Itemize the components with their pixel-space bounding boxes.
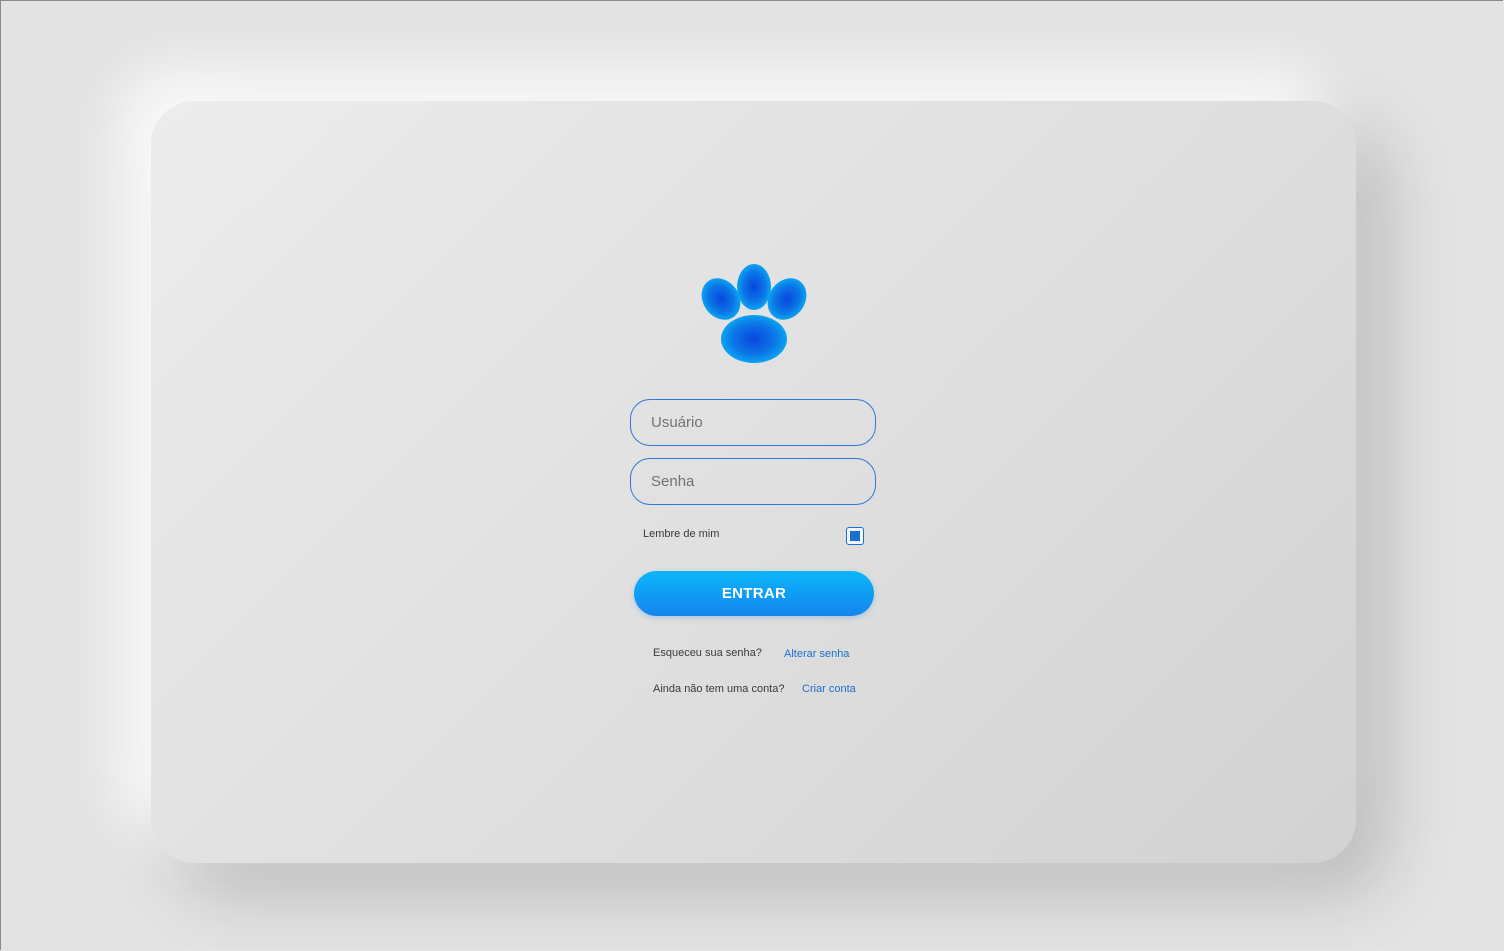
page-background: Lembre de mim ENTRAR Esqueceu sua senha?… — [0, 0, 1503, 950]
remember-me-label: Lembre de mim — [643, 528, 720, 540]
login-button[interactable]: ENTRAR — [634, 571, 874, 616]
checkbox-checked-mark — [850, 531, 860, 541]
change-password-link[interactable]: Alterar senha — [784, 648, 849, 660]
password-input[interactable] — [630, 458, 876, 505]
create-account-link[interactable]: Criar conta — [802, 683, 856, 695]
username-input[interactable] — [630, 399, 876, 446]
paw-icon — [701, 264, 807, 363]
no-account-text: Ainda não tem uma conta? — [653, 683, 785, 695]
forgot-password-text: Esqueceu sua senha? — [653, 647, 762, 659]
remember-me-checkbox[interactable] — [846, 527, 864, 545]
paw-toe-middle — [737, 264, 771, 310]
paw-pad — [721, 315, 787, 363]
